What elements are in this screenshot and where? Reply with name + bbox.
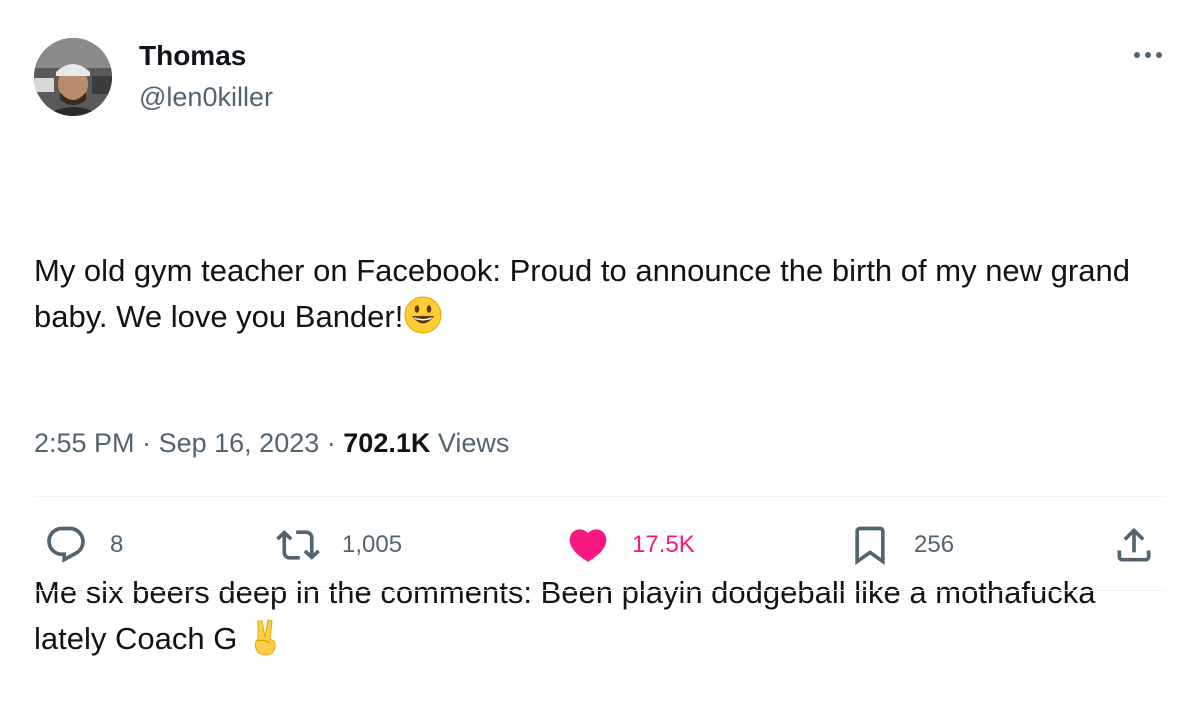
tweet-time[interactable]: 2:55 PM xyxy=(34,428,135,458)
avatar[interactable] xyxy=(34,38,112,116)
tweet-paragraph-1: My old gym teacher on Facebook: Proud to… xyxy=(34,248,1164,340)
meta-separator: · xyxy=(142,428,152,458)
share-button[interactable] xyxy=(1112,520,1156,570)
victory-hand-emoji-icon xyxy=(254,619,276,656)
reply-icon xyxy=(47,526,85,563)
author-handle[interactable]: @len0killer xyxy=(139,80,273,114)
heart-icon xyxy=(569,529,607,562)
meta-separator: · xyxy=(326,428,336,458)
author-display-name[interactable]: Thomas xyxy=(139,38,246,74)
retweet-count: 1,005 xyxy=(342,531,403,558)
bookmark-button[interactable]: 256 xyxy=(848,520,954,570)
tweet-date[interactable]: Sep 16, 2023 xyxy=(159,428,320,458)
tweet-paragraph-2: Me six beers deep in the comments: Been … xyxy=(34,570,1164,662)
share-icon xyxy=(1117,527,1151,562)
reply-button[interactable]: 8 xyxy=(44,520,123,570)
profile-photo-icon xyxy=(34,38,112,116)
reply-count: 8 xyxy=(110,531,124,558)
retweet-icon xyxy=(276,530,320,560)
views-count: 702.1K xyxy=(343,428,431,458)
tweet-meta: 2:55 PM · Sep 16, 2023 · 702.1K Views xyxy=(34,425,509,461)
divider xyxy=(34,496,1166,497)
views-label: Views xyxy=(437,428,510,458)
tweet-paragraph-1-text: My old gym teacher on Facebook: Proud to… xyxy=(34,253,1139,334)
like-count: 17.5K xyxy=(632,531,695,558)
bookmark-count: 256 xyxy=(914,531,955,558)
smiling-face-emoji-icon xyxy=(404,296,442,334)
divider xyxy=(34,590,1166,591)
bookmark-icon xyxy=(855,526,885,566)
tweet-paragraph-2-text: Me six beers deep in the comments: Been … xyxy=(34,575,1105,656)
more-options-icon[interactable] xyxy=(1128,40,1168,70)
retweet-button[interactable]: 1,005 xyxy=(276,520,402,570)
like-button[interactable]: 17.5K xyxy=(566,520,695,570)
